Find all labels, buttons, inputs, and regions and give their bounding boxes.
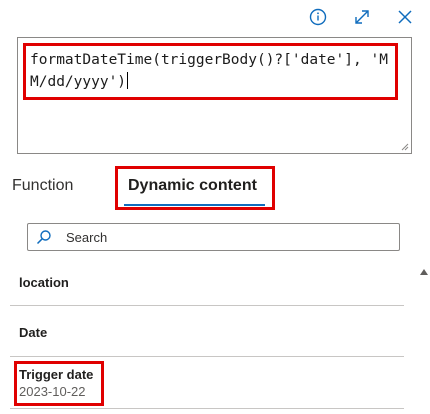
tab-bar: Function Dynamic content — [0, 166, 430, 214]
list-item-date[interactable]: Date — [10, 305, 404, 357]
search-icon — [36, 230, 51, 245]
list-item-label: Trigger date — [19, 367, 94, 382]
tab-dynamic-content[interactable]: Dynamic content — [128, 177, 257, 195]
list-item-trigger-date[interactable]: Trigger date 2023-10-22 — [10, 356, 404, 409]
expression-text[interactable]: formatDateTime(triggerBody()?['date'], '… — [30, 52, 388, 90]
info-icon[interactable] — [307, 6, 329, 28]
text-caret — [127, 72, 129, 89]
resize-grip-icon[interactable] — [399, 141, 409, 151]
tab-function[interactable]: Function — [12, 177, 73, 195]
expand-icon[interactable] — [351, 6, 373, 28]
list-item-label: Date — [19, 325, 48, 340]
selected-tab-indicator — [124, 204, 265, 206]
search-input[interactable] — [66, 224, 386, 250]
list-item-location[interactable]: location — [10, 262, 404, 306]
search-box[interactable] — [27, 223, 400, 251]
panel-header — [0, 0, 430, 34]
list-item-label: location — [19, 275, 69, 290]
list-item-value: 2023-10-22 — [19, 384, 86, 399]
expression-editor[interactable]: formatDateTime(triggerBody()?['date'], '… — [17, 37, 412, 154]
expression-text-highlighted[interactable]: formatDateTime(triggerBody()?['date'], '… — [23, 43, 398, 100]
close-icon[interactable] — [394, 6, 416, 28]
scroll-up-arrow-icon[interactable] — [419, 267, 429, 277]
